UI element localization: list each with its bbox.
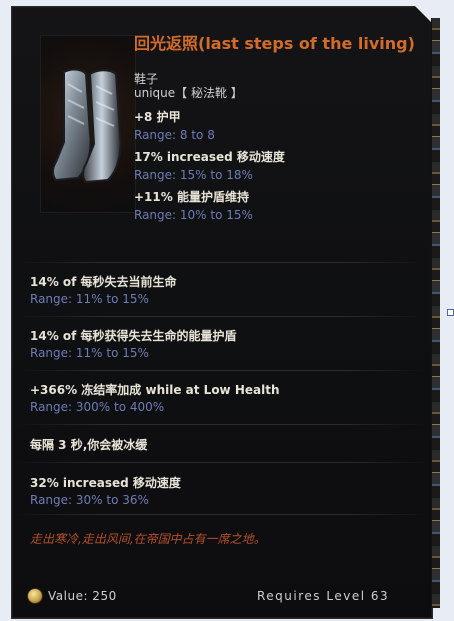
- level-requirement: Requires Level 63: [257, 589, 390, 603]
- affix-range-2: Range: 11% to 15%: [30, 346, 149, 360]
- resize-handle[interactable]: [447, 309, 454, 316]
- affix-range-3: Range: 300% to 400%: [30, 400, 165, 414]
- affix-3: +366% 冻结率加成 while at Low Health: [30, 383, 280, 397]
- implicit-stat-3: +11% 能量护盾维持: [134, 190, 249, 204]
- affix-5: 32% increased 移动速度: [30, 476, 181, 490]
- implicit-stat-1: +8 护甲: [134, 110, 181, 124]
- implicit-range-3: Range: 10% to 15%: [134, 208, 253, 222]
- item-title: 回光返照(last steps of the living): [134, 34, 415, 53]
- boots-icon: [52, 68, 122, 184]
- affix-divider: [18, 316, 426, 317]
- implicit-range-2: Range: 15% to 18%: [134, 168, 253, 182]
- decorative-edge-strip: [431, 18, 440, 608]
- section-divider: [18, 262, 426, 263]
- implicit-stat-2: 17% increased 移动速度: [134, 150, 285, 164]
- affix-2: 14% of 每秒获得失去生命的能量护盾: [30, 329, 237, 343]
- gold-coin-icon: [28, 589, 42, 603]
- item-lore: 走出寒冷,走出风间,在帝国中占有一席之地。: [30, 532, 266, 546]
- item-image: [40, 35, 136, 213]
- item-rarity: unique【 秘法靴 】: [134, 86, 243, 100]
- affix-4: 每隔 3 秒,你会被冰缓: [30, 438, 148, 452]
- affix-divider: [18, 424, 426, 425]
- item-value: Value: 250: [28, 589, 117, 603]
- affix-range-5: Range: 30% to 36%: [30, 493, 149, 507]
- affix-1: 14% of 每秒失去当前生命: [30, 275, 177, 289]
- tooltip-frame: 回光返照(last steps of the living) 鞋子 unique…: [0, 0, 454, 621]
- value-text: Value: 250: [48, 589, 117, 603]
- affix-range-1: Range: 11% to 15%: [30, 292, 149, 306]
- lore-divider: [18, 514, 426, 515]
- implicit-range-1: Range: 8 to 8: [134, 128, 215, 142]
- affix-divider: [18, 370, 426, 371]
- affix-divider: [18, 462, 426, 463]
